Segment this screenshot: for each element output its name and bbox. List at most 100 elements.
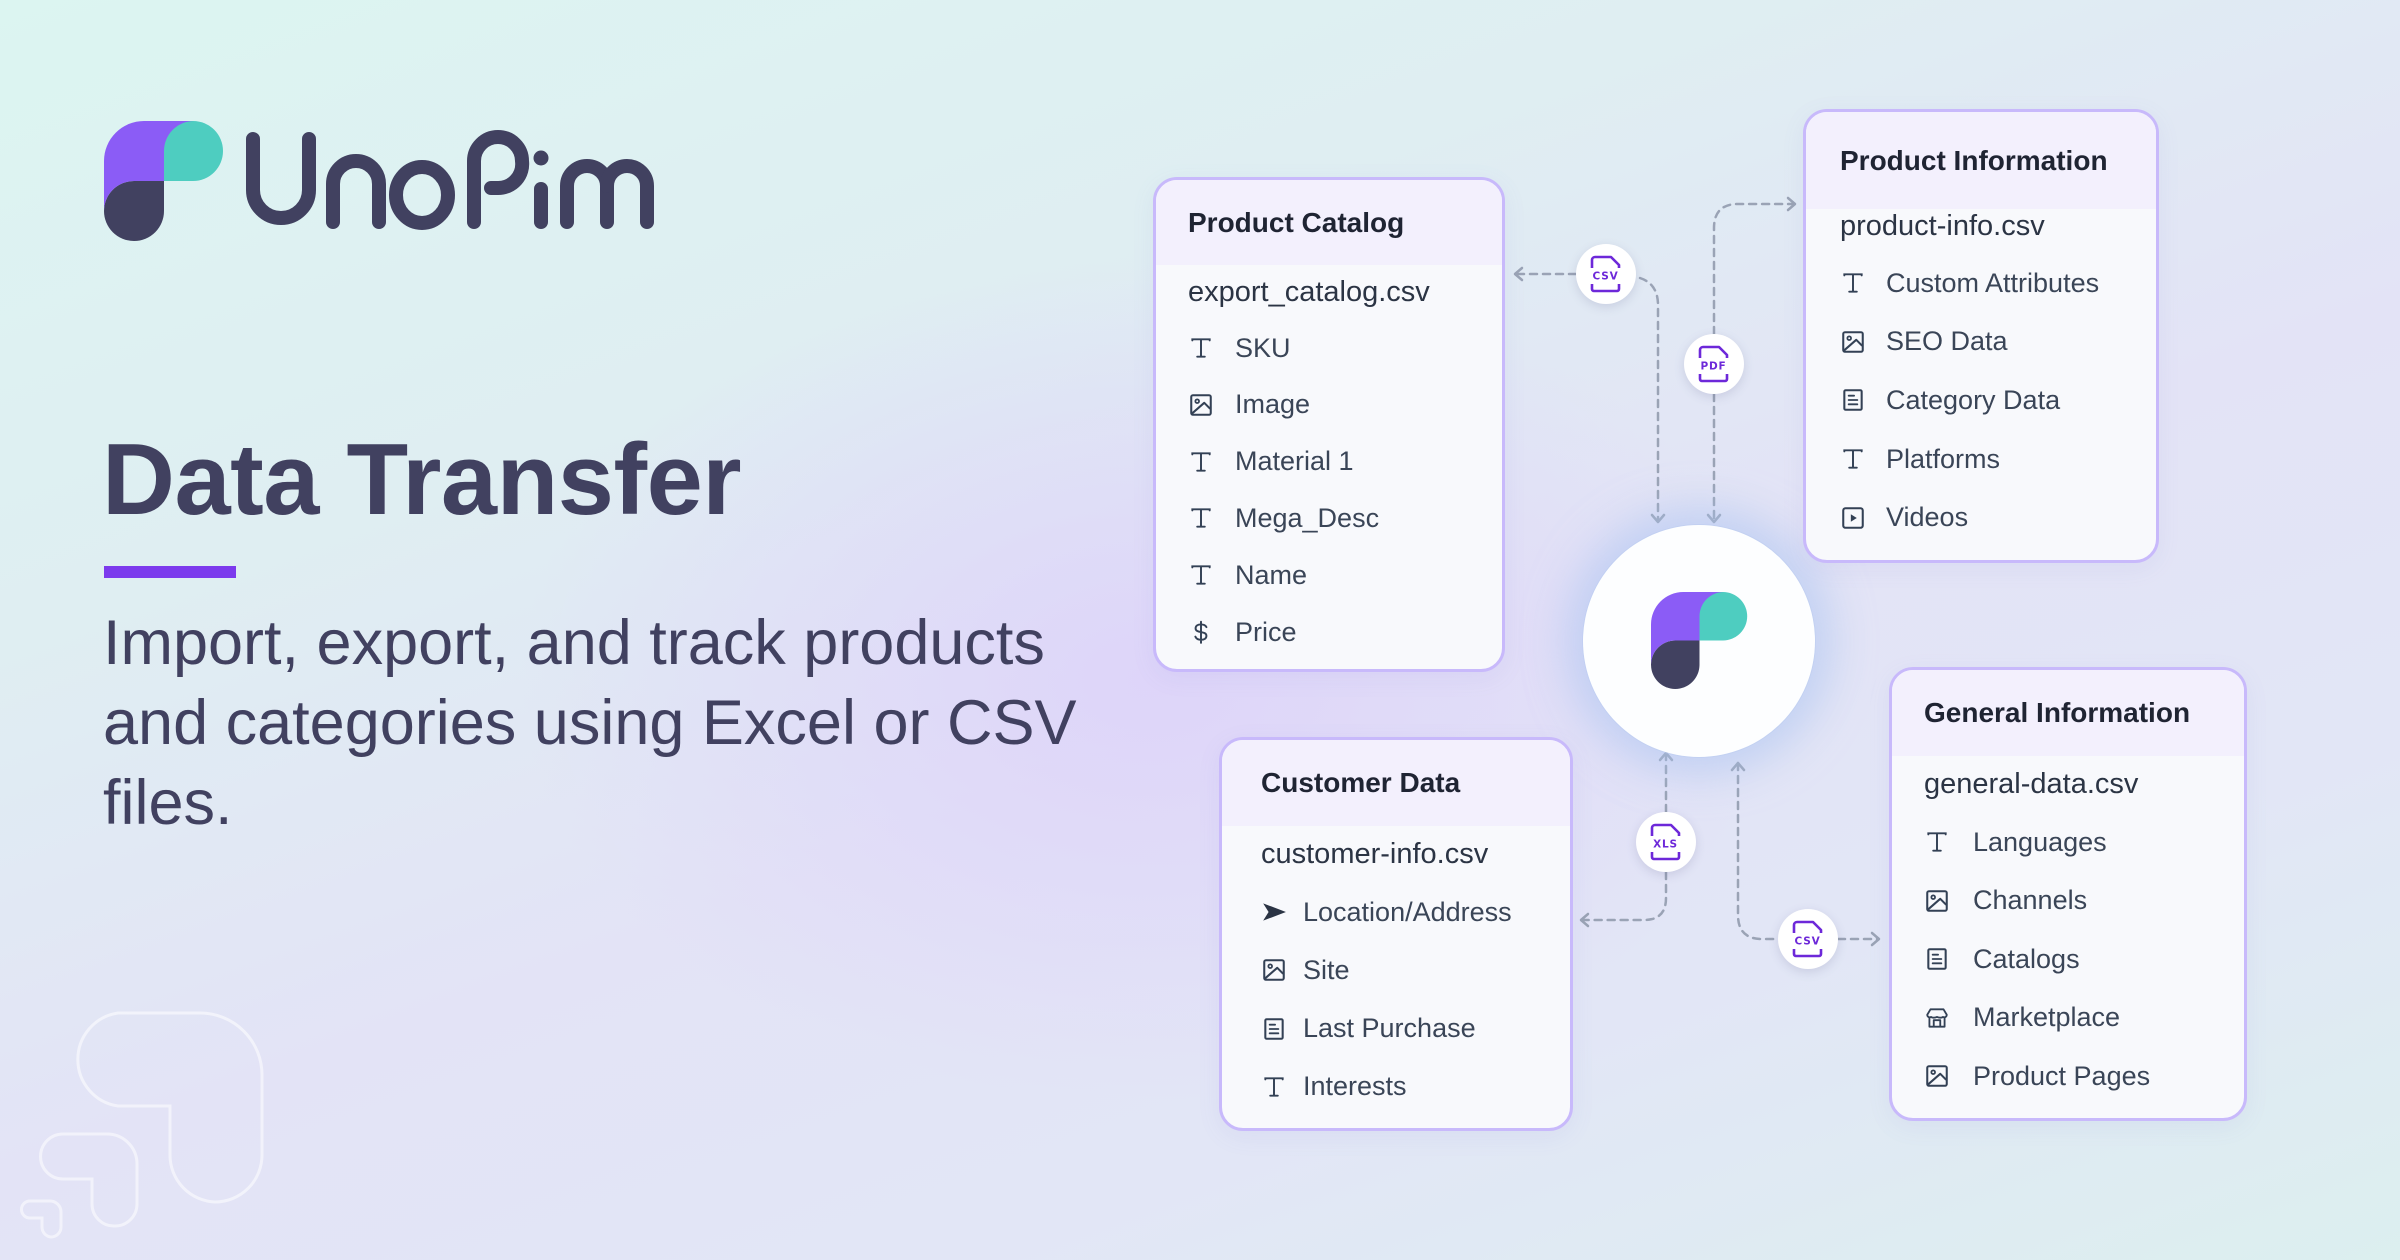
general-information-card-header: General Information	[1892, 670, 2244, 756]
svg-text:CSV: CSV	[1593, 271, 1619, 283]
file-name: general-data.csv	[1924, 768, 2139, 800]
card-title: Customer Data	[1261, 767, 1461, 798]
field-row: Material 1	[1188, 442, 1488, 482]
card-title: General Information	[1924, 697, 2191, 728]
connector-to-customer	[1580, 870, 1668, 922]
pdf-file-badge: PDF	[1684, 334, 1744, 394]
field-label: Material 1	[1235, 446, 1354, 477]
field-label: Platforms	[1886, 443, 2001, 474]
file-name: customer-info.csv	[1261, 838, 1489, 870]
text-icon	[1188, 335, 1214, 361]
arrowhead-right	[1786, 196, 1797, 212]
arrowhead-down	[1650, 513, 1666, 524]
field-row: Category Data	[1840, 380, 2140, 420]
field-row: Site	[1261, 950, 1561, 990]
arrowhead-right	[1870, 931, 1881, 947]
field-label: Videos	[1886, 502, 1969, 533]
csv-file-badge: CSV	[1576, 244, 1636, 304]
field-row: Last Purchase	[1261, 1009, 1561, 1049]
svg-text:PDF: PDF	[1701, 361, 1727, 373]
field-row: Marketplace	[1924, 998, 2224, 1038]
field-row: Location/Address	[1261, 892, 1561, 932]
field-label: Custom Attributes	[1886, 267, 2100, 298]
field-row: Name	[1188, 555, 1488, 595]
page-title: Data Transfer	[102, 424, 742, 536]
document-icon	[1261, 1016, 1287, 1042]
field-label: Marketplace	[1973, 1002, 2121, 1032]
field-label: Product Pages	[1973, 1060, 2151, 1091]
connector-to-product-info	[1712, 202, 1796, 336]
field-row: Custom Attributes	[1840, 263, 2140, 303]
file-name: product-info.csv	[1840, 210, 2045, 242]
field-row: SKU	[1188, 328, 1488, 368]
arrowhead-up	[1658, 751, 1674, 762]
field-label: Category Data	[1886, 384, 2061, 415]
field-row: Product Pages	[1924, 1056, 2224, 1096]
unopim-hub-logo-icon	[1651, 592, 1748, 689]
field-label: Image	[1235, 389, 1311, 420]
field-label: SEO Data	[1886, 326, 2008, 357]
text-icon	[1840, 446, 1866, 472]
customer-data-card: Customer Data customer-info.csv Location/A…	[1219, 737, 1573, 1131]
connector-catalog-to-hub	[1638, 276, 1660, 522]
image-icon	[1924, 1063, 1950, 1089]
field-row: Mega_Desc	[1188, 498, 1488, 538]
field-label: Last Purchase	[1303, 1013, 1476, 1044]
field-row: Catalogs	[1924, 939, 2224, 979]
field-row: Interests	[1261, 1067, 1561, 1107]
field-label: Interests	[1303, 1071, 1407, 1102]
document-icon	[1840, 387, 1866, 413]
customer-data-card-header: Customer Data	[1222, 740, 1570, 826]
field-label: Channels	[1973, 885, 2088, 915]
pdf-file-icon: PDF	[1698, 345, 1729, 383]
page-subtitle: Import, export, and track products and c…	[103, 608, 1077, 838]
field-label: Name	[1235, 559, 1308, 590]
text-icon	[1261, 1074, 1287, 1100]
field-row: SEO Data	[1840, 322, 2140, 362]
field-label: Catalogs	[1973, 943, 2080, 974]
field-row: Price	[1188, 612, 1488, 652]
field-row: Image	[1188, 385, 1488, 425]
field-row: Videos	[1840, 498, 2140, 538]
text-icon	[1188, 562, 1214, 588]
arrowhead-up	[1730, 761, 1746, 772]
image-icon	[1840, 329, 1866, 355]
field-label: Location/Address	[1303, 896, 1512, 927]
field-label: Languages	[1973, 826, 2107, 857]
card-title: Product Information	[1840, 144, 2108, 176]
image-icon	[1261, 957, 1287, 983]
svg-text:CSV: CSV	[1795, 936, 1821, 948]
csv-file-icon: CSV	[1590, 255, 1621, 293]
xls-file-icon: XLS	[1650, 823, 1681, 861]
card-title: Product Catalog	[1188, 206, 1405, 238]
text-icon	[1188, 505, 1214, 531]
text-icon	[1924, 829, 1950, 855]
xls-file-badge: XLS	[1636, 812, 1696, 872]
arrowhead-left	[1579, 912, 1590, 928]
svg-text:XLS: XLS	[1653, 839, 1678, 851]
product-catalog-card-header: Product Catalog	[1156, 180, 1502, 265]
arrowhead-left	[1513, 266, 1524, 282]
file-name: export_catalog.csv	[1188, 276, 1430, 308]
decorative-logo-outlines	[20, 1011, 264, 1239]
video-icon	[1840, 505, 1866, 531]
field-label: Mega_Desc	[1235, 502, 1380, 533]
field-label: SKU	[1235, 332, 1291, 363]
arrowhead-down	[1706, 513, 1722, 524]
field-label: Site	[1303, 954, 1350, 985]
connector-general-to-hub	[1736, 761, 1780, 941]
image-icon	[1188, 392, 1214, 418]
navigation-arrow-icon	[1261, 899, 1287, 925]
product-information-card-header: Product Information	[1806, 112, 2156, 209]
image-icon	[1924, 888, 1950, 914]
product-catalog-card: Product Catalog export_catalog.csv SKU Imag…	[1153, 177, 1505, 672]
field-row: Languages	[1924, 822, 2224, 862]
field-label: Price	[1235, 616, 1297, 647]
unopim-logo-icon	[104, 121, 223, 241]
document-icon	[1924, 946, 1950, 972]
dollar-icon	[1188, 619, 1214, 645]
product-information-card: Product Information product-info.csv Custo…	[1803, 109, 2159, 563]
csv-file-badge: CSV	[1778, 909, 1838, 969]
field-row: Platforms	[1840, 439, 2140, 479]
storefront-icon	[1924, 1005, 1950, 1031]
